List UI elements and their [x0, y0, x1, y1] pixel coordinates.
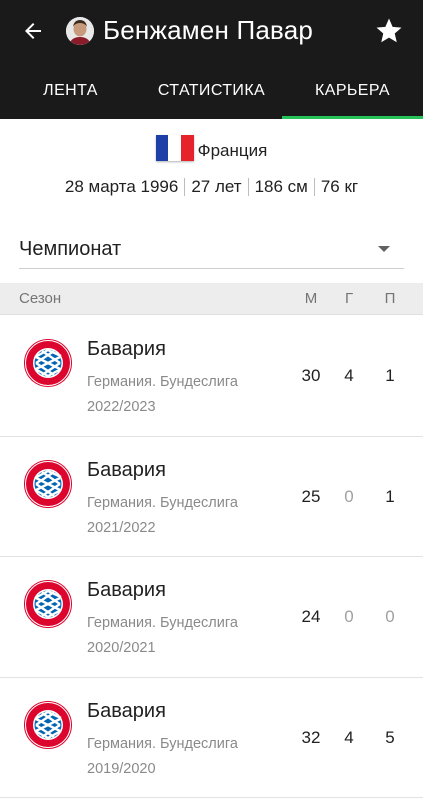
- divider: [184, 178, 186, 196]
- app-bar: Бенжамен Павар ЛЕНТА СТАТИСТИКА КАРЬЕРА: [0, 0, 423, 119]
- back-button[interactable]: [14, 13, 52, 49]
- weight: 76 кг: [320, 177, 359, 196]
- season: 2019/2020: [87, 760, 156, 777]
- season: 2021/2022: [87, 519, 156, 536]
- club-name: Бавария: [87, 699, 166, 722]
- bayern-logo-icon: [24, 700, 72, 749]
- star-icon: [376, 18, 402, 43]
- matches-value: 24: [301, 607, 321, 626]
- assists-value: 0: [385, 607, 395, 626]
- tab-bar: ЛЕНТА СТАТИСТИКА КАРЬЕРА: [0, 62, 423, 119]
- bayern-logo-icon: [24, 459, 72, 508]
- player-avatar: [66, 17, 94, 45]
- table-row[interactable]: Бавария Германия. Бундеслига 2020/2021 2…: [0, 557, 423, 678]
- tab-feed[interactable]: ЛЕНТА: [0, 62, 141, 119]
- header-matches: М: [304, 290, 318, 307]
- goals-value: 0: [344, 486, 354, 506]
- height: 186 см: [254, 177, 308, 196]
- assists-value: 5: [385, 727, 395, 747]
- header-assists: П: [384, 290, 396, 307]
- assists-value: 1: [385, 486, 395, 506]
- season: 2022/2023: [87, 399, 156, 415]
- season: 2020/2021: [87, 640, 156, 656]
- age: 27 лет: [191, 177, 242, 196]
- header-goals: Г: [344, 290, 354, 307]
- league-name: Германия. Бундеслига: [87, 374, 238, 390]
- club-name: Бавария: [87, 579, 166, 601]
- club-name: Бавария: [87, 338, 166, 360]
- favorite-button[interactable]: [370, 12, 408, 50]
- table-row[interactable]: Бавария Германия. Бундеслига 2021/2022 2…: [0, 437, 423, 557]
- goals-value: 0: [344, 607, 354, 626]
- league-name: Германия. Бундеслига: [87, 494, 238, 511]
- league-name: Германия. Бундеслига: [87, 735, 238, 752]
- goals-value: 4: [344, 727, 354, 747]
- career-table-header: Сезон М Г П: [0, 283, 423, 315]
- bayern-logo-icon: [24, 580, 72, 628]
- dropdown-caret-icon: [378, 246, 390, 252]
- competition-select[interactable]: Чемпионат: [19, 229, 404, 269]
- league-name: Германия. Бундеслига: [87, 615, 238, 631]
- header-season: Сезон: [19, 290, 62, 307]
- country-name: Франция: [197, 141, 268, 160]
- arrow-left-icon: [25, 23, 41, 39]
- matches-value: 25: [301, 486, 321, 506]
- goals-value: 4: [344, 366, 354, 385]
- country-row: Франция: [0, 131, 423, 161]
- club-name: Бавария: [87, 458, 166, 481]
- bio-row: 28 марта 1996 27 лет 186 см 76 кг: [0, 177, 423, 197]
- tab-statistics[interactable]: СТАТИСТИКА: [141, 62, 282, 119]
- birth-date: 28 марта 1996: [64, 177, 179, 196]
- career-table: Бавария Германия. Бундеслига 2022/2023 3…: [0, 316, 423, 798]
- table-row[interactable]: Бавария Германия. Бундеслига 2019/2020 3…: [0, 678, 423, 798]
- bayern-logo-icon: [24, 339, 72, 387]
- toolbar: Бенжамен Павар: [0, 0, 423, 62]
- competition-select-value: Чемпионат: [19, 238, 122, 260]
- divider: [247, 178, 249, 196]
- player-name: Бенжамен Павар: [103, 15, 314, 45]
- table-row[interactable]: Бавария Германия. Бундеслига 2022/2023 3…: [0, 316, 423, 437]
- player-info: Франция 28 марта 1996 27 лет 186 см 76 к…: [0, 119, 423, 223]
- matches-value: 30: [301, 366, 321, 385]
- matches-value: 32: [301, 727, 321, 747]
- france-flag-icon: [155, 135, 194, 161]
- divider: [313, 178, 315, 196]
- assists-value: 1: [385, 366, 395, 385]
- tab-career[interactable]: КАРЬЕРА: [282, 62, 423, 119]
